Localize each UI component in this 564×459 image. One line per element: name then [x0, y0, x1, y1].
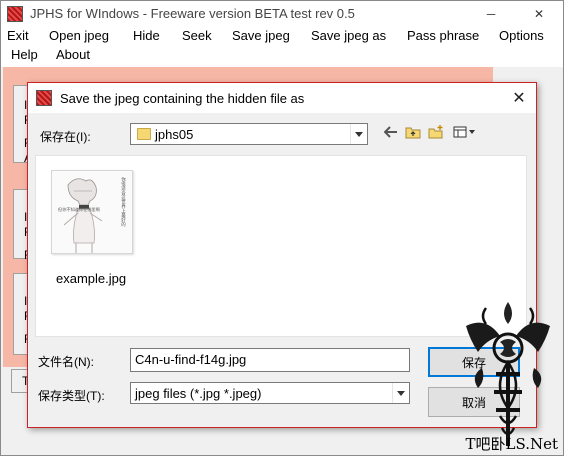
- file-name-label[interactable]: example.jpg: [56, 271, 126, 286]
- filename-label: 文件名(N):: [38, 355, 94, 369]
- watermark-text: T吧卧LS.Net: [465, 435, 558, 453]
- title-bar: JPHS for WIndows - Freeware version BETA…: [1, 1, 563, 27]
- thumb-text-b: 但你不知道你在哪里啊: [58, 206, 100, 213]
- filetype-label: 保存类型(T):: [38, 389, 105, 403]
- save-in-value: jphs05: [155, 127, 194, 142]
- menu-open-jpeg[interactable]: Open jpeg: [49, 28, 109, 43]
- menu-seek[interactable]: Seek: [182, 28, 212, 43]
- filetype-value: jpeg files (*.jpg *.jpeg): [135, 386, 262, 401]
- filetype-combo[interactable]: jpeg files (*.jpg *.jpeg): [130, 382, 410, 404]
- file-thumbnail[interactable]: 你很适合这世界上最好的 但你不知道你在哪里啊: [51, 170, 133, 254]
- back-arrow-icon[interactable]: [382, 123, 400, 141]
- watermark-logo: T吧卧LS.Net: [456, 296, 560, 456]
- menu-save-jpeg[interactable]: Save jpeg: [232, 28, 290, 43]
- menu-pass-phrase[interactable]: Pass phrase: [407, 28, 479, 43]
- dialog-app-icon: [36, 90, 52, 106]
- view-menu-icon[interactable]: [452, 123, 478, 141]
- folder-icon: [137, 128, 151, 140]
- menu-exit[interactable]: Exit: [7, 28, 29, 43]
- save-in-combo[interactable]: jphs05: [130, 123, 368, 145]
- file-list[interactable]: 你很适合这世界上最好的 但你不知道你在哪里啊 example.jpg: [35, 155, 527, 337]
- filename-input[interactable]: C4n-u-find-f14g.jpg: [130, 348, 410, 372]
- menu-help[interactable]: Help: [11, 47, 38, 62]
- menu-options[interactable]: Options: [499, 28, 544, 43]
- chevron-down-icon[interactable]: [392, 383, 409, 403]
- menu-bar: Exit Open jpeg Hide Seek Save jpeg Save …: [1, 27, 563, 67]
- chevron-down-icon[interactable]: [350, 124, 367, 144]
- up-folder-icon[interactable]: [404, 123, 422, 141]
- dialog-title: Save the jpeg containing the hidden file…: [60, 91, 305, 106]
- close-window-button[interactable]: ✕: [517, 1, 561, 27]
- new-folder-icon[interactable]: [427, 123, 445, 141]
- app-icon: [7, 6, 23, 22]
- window-title: JPHS for WIndows - Freeware version BETA…: [30, 6, 355, 21]
- dialog-title-bar: Save the jpeg containing the hidden file…: [28, 83, 536, 113]
- menu-about[interactable]: About: [56, 47, 90, 62]
- menu-hide[interactable]: Hide: [133, 28, 160, 43]
- save-in-label: 保存在(I):: [40, 130, 91, 144]
- minimize-button[interactable]: ─: [469, 1, 513, 27]
- thumb-text-a: 你很适合这世界上最好的: [121, 176, 127, 228]
- dialog-close-button[interactable]: ✕: [508, 87, 530, 109]
- menu-save-jpeg-as[interactable]: Save jpeg as: [311, 28, 386, 43]
